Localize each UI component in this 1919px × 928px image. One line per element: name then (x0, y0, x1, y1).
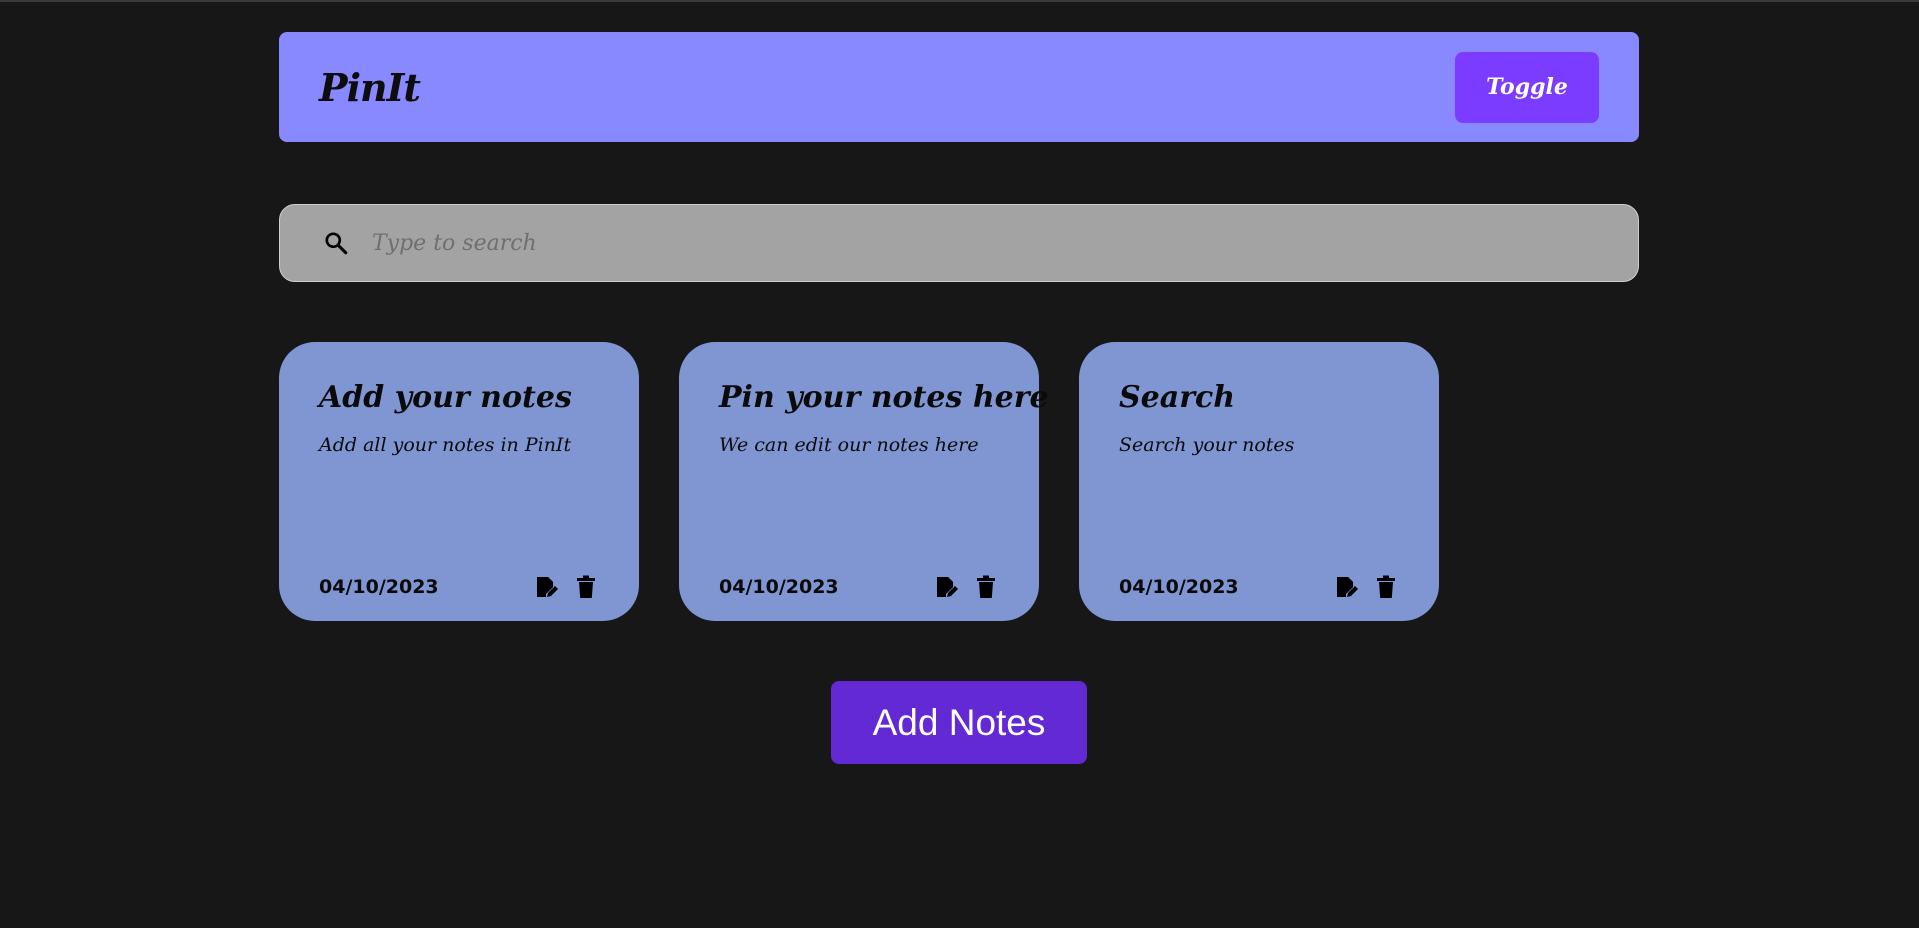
delete-icon[interactable] (573, 573, 599, 601)
note-title: Pin your notes here (719, 380, 1049, 415)
edit-icon[interactable] (533, 573, 559, 601)
delete-icon[interactable] (1373, 573, 1399, 601)
note-footer: 04/10/2023 (1119, 573, 1399, 601)
note-date: 04/10/2023 (319, 576, 439, 598)
add-notes-button[interactable]: Add Notes (831, 681, 1087, 764)
search-bar (279, 204, 1639, 282)
note-body: Add all your notes in PinIt (319, 434, 572, 456)
add-notes-wrapper: Add Notes (279, 681, 1639, 764)
note-footer: 04/10/2023 (319, 573, 599, 601)
note-actions (1333, 573, 1399, 601)
note-actions (533, 573, 599, 601)
notes-list: Add your notes Add all your notes in Pin… (279, 342, 1639, 621)
app-logo: PinIt (319, 64, 421, 110)
header-bar: PinIt Toggle (279, 32, 1639, 142)
note-footer: 04/10/2023 (719, 573, 999, 601)
search-input[interactable] (370, 212, 1638, 274)
note-actions (933, 573, 999, 601)
app-container: PinIt Toggle Add your notes Add all your… (279, 32, 1639, 764)
note-body: We can edit our notes here (719, 434, 979, 456)
note-body: Search your notes (1119, 434, 1295, 456)
toggle-button[interactable]: Toggle (1455, 51, 1599, 123)
note-title: Add your notes (319, 380, 572, 415)
edit-icon[interactable] (933, 573, 959, 601)
note-date: 04/10/2023 (1119, 576, 1239, 598)
search-icon (320, 227, 352, 259)
note-card: Add your notes Add all your notes in Pin… (279, 342, 639, 621)
note-date: 04/10/2023 (719, 576, 839, 598)
note-title: Search (1119, 380, 1236, 415)
note-card: Pin your notes here We can edit our note… (679, 342, 1049, 621)
delete-icon[interactable] (973, 573, 999, 601)
edit-icon[interactable] (1333, 573, 1359, 601)
note-card: Search Search your notes 04/10/2023 (1079, 342, 1439, 621)
